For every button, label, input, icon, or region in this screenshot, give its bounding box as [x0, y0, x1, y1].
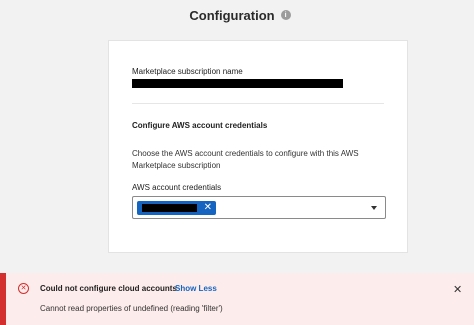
subscription-name-label: Marketplace subscription name	[132, 67, 243, 76]
error-message: Cannot read properties of undefined (rea…	[40, 304, 223, 313]
credential-name-redacted	[142, 204, 197, 212]
configuration-card: Marketplace subscription name Configure …	[108, 40, 408, 253]
error-title: Could not configure cloud accounts	[40, 284, 177, 293]
subscription-name-value-redacted	[132, 79, 343, 88]
remove-chip-icon[interactable]: ✕	[204, 201, 212, 215]
credentials-select[interactable]: ✕	[132, 196, 386, 219]
show-less-link[interactable]: Show Less	[175, 284, 217, 293]
selected-credential-chip: ✕	[137, 201, 216, 215]
credentials-label: AWS account credentials	[132, 183, 222, 192]
section-description: Choose the AWS account credentials to co…	[132, 149, 359, 170]
page-header: Configuration i	[0, 0, 474, 30]
page-title: Configuration	[189, 7, 275, 23]
divider	[132, 103, 384, 104]
error-icon: ✕	[18, 283, 29, 294]
chevron-down-icon[interactable]	[371, 206, 377, 210]
close-icon[interactable]: ✕	[453, 283, 462, 296]
error-banner: ✕ Could not configure cloud accounts Sho…	[0, 273, 474, 325]
info-icon[interactable]: i	[280, 10, 291, 20]
section-title: Configure AWS account credentials	[132, 121, 268, 130]
